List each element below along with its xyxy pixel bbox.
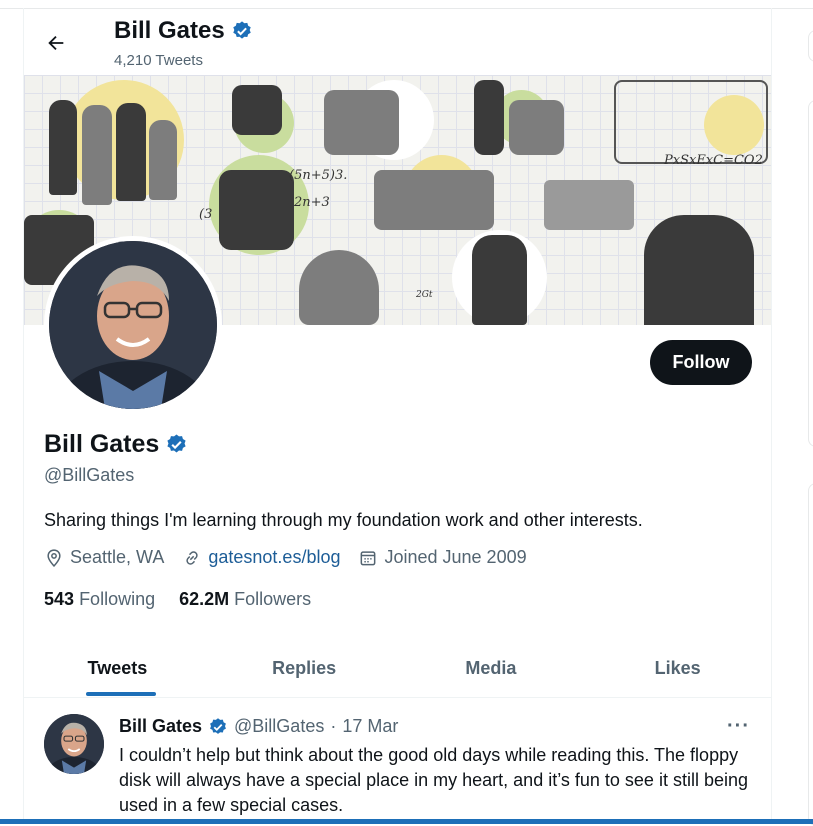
tweet-author-name[interactable]: Bill Gates bbox=[119, 716, 202, 737]
banner-photo-ship bbox=[544, 180, 634, 230]
verified-badge-icon[interactable] bbox=[165, 433, 188, 456]
profile-location: Seattle, WA bbox=[44, 547, 164, 568]
tweet-header: Bill Gates @BillGates · 17 Mar bbox=[119, 716, 398, 737]
right-sidebar-panel bbox=[808, 100, 813, 447]
right-sidebar-panel-2 bbox=[808, 483, 813, 826]
banner-photo-vehicle bbox=[614, 80, 768, 164]
banner-photo-gates bbox=[644, 215, 754, 325]
banner-photo-children bbox=[49, 100, 77, 195]
profile-joined: Joined June 2009 bbox=[358, 547, 527, 568]
link-icon bbox=[186, 550, 198, 565]
profile-header: Bill Gates 4,210 Tweets bbox=[24, 9, 771, 75]
right-search-panel[interactable] bbox=[808, 30, 813, 62]
follow-button[interactable]: Follow bbox=[650, 340, 752, 385]
header-title: Bill Gates bbox=[114, 17, 253, 45]
profile-name-text: Bill Gates bbox=[44, 430, 160, 458]
profile-name: Bill Gates bbox=[44, 430, 188, 459]
location-pin-icon bbox=[47, 548, 61, 567]
profile-tabs: Tweets Replies Media Likes bbox=[24, 640, 771, 698]
following-label: Following bbox=[79, 589, 156, 609]
banner-photo-men bbox=[219, 170, 294, 250]
banner-sketch-equation: (5n+5)3. bbox=[289, 168, 348, 183]
banner-photo-laptop bbox=[324, 90, 399, 155]
banner-photo-worker bbox=[472, 235, 527, 325]
tab-likes[interactable]: Likes bbox=[584, 640, 771, 697]
tweet-count: 4,210 Tweets bbox=[114, 52, 203, 69]
following-stat[interactable]: 543 Following bbox=[44, 589, 155, 610]
banner-sketch-equation: 2n+3 bbox=[294, 195, 330, 210]
column-right-border bbox=[771, 8, 772, 824]
tweet-avatar[interactable] bbox=[44, 714, 104, 774]
banner-photo-children bbox=[149, 120, 177, 200]
tweet-avatar-image bbox=[44, 714, 104, 774]
more-icon[interactable]: ··· bbox=[727, 715, 750, 738]
banner-photo-water bbox=[509, 100, 564, 155]
banner-photo-laptop bbox=[232, 85, 282, 135]
arrow-left-icon bbox=[48, 35, 64, 51]
banner-sketch-equation: (3 bbox=[199, 207, 213, 222]
banner-photo-lab bbox=[374, 170, 494, 230]
banner-sketch-label: 2Gt bbox=[416, 290, 433, 300]
followers-stat[interactable]: 62.2M Followers bbox=[179, 589, 311, 610]
profile-avatar[interactable] bbox=[44, 236, 222, 414]
header-name-text: Bill Gates bbox=[114, 17, 225, 44]
avatar-portrait bbox=[49, 241, 217, 409]
calendar-icon bbox=[361, 550, 376, 565]
banner-photo-children bbox=[82, 105, 112, 205]
profile-handle: @BillGates bbox=[44, 465, 135, 485]
verified-badge-icon bbox=[210, 717, 226, 734]
joined-text: Joined June 2009 bbox=[384, 547, 527, 567]
following-count: 543 bbox=[44, 589, 75, 609]
tweet-author-handle[interactable]: @BillGates bbox=[234, 716, 324, 737]
active-tab-indicator bbox=[86, 692, 156, 696]
back-button[interactable] bbox=[42, 29, 70, 57]
tab-media[interactable]: Media bbox=[398, 640, 585, 697]
profile-meta: Seattle, WA gatesnot.es/blog Joined June… bbox=[44, 547, 545, 568]
tab-replies[interactable]: Replies bbox=[211, 640, 398, 697]
avatar-image bbox=[49, 241, 217, 409]
banner-photo-children bbox=[116, 103, 146, 201]
profile-bio: Sharing things I'm learning through my f… bbox=[44, 510, 643, 530]
verified-badge-icon bbox=[233, 21, 251, 39]
location-text: Seattle, WA bbox=[70, 547, 165, 567]
tweet-separator: · bbox=[330, 716, 337, 736]
bottom-highlight-bar bbox=[0, 819, 813, 824]
banner-photo-seeds bbox=[299, 250, 379, 325]
banner-sketch-equation: PxSxExC=CO2 bbox=[664, 153, 763, 168]
profile-stats: 543 Following 62.2M Followers bbox=[44, 589, 311, 610]
tweet-item[interactable]: Bill Gates @BillGates · 17 Mar ··· I cou… bbox=[24, 698, 771, 824]
followers-label: Followers bbox=[234, 589, 312, 609]
followers-count: 62.2M bbox=[179, 589, 230, 609]
tweet-date[interactable]: 17 Mar bbox=[342, 716, 398, 737]
tweet-text: I couldn’t help but think about the good… bbox=[119, 745, 748, 815]
tab-tweets[interactable]: Tweets bbox=[24, 640, 211, 697]
profile-website[interactable]: gatesnot.es/blog bbox=[182, 547, 340, 568]
website-link[interactable]: gatesnot.es/blog bbox=[208, 547, 340, 568]
banner-photo-kid bbox=[474, 80, 504, 155]
